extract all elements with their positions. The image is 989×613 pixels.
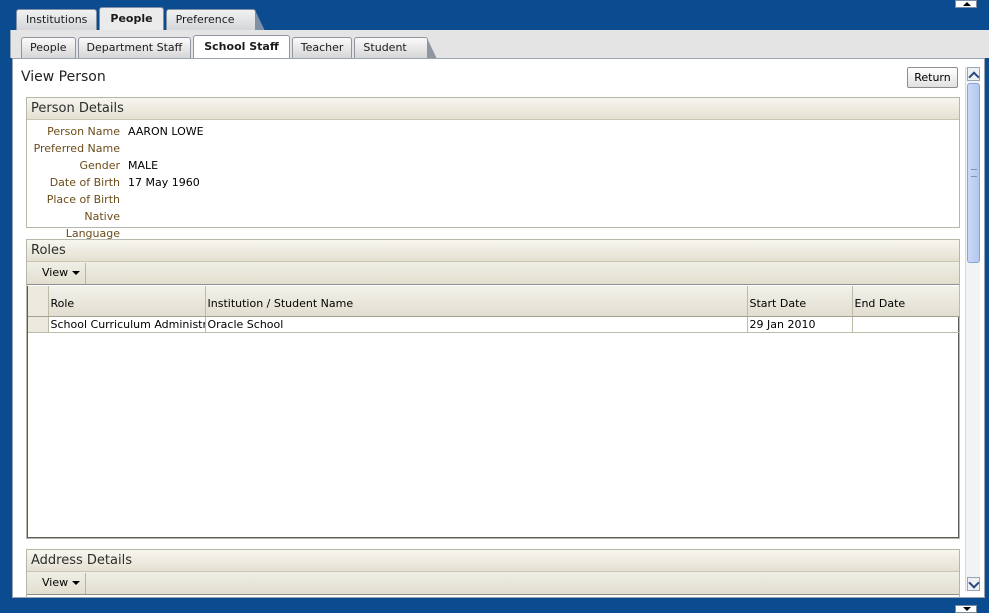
field-label: Person Name: [47, 125, 120, 138]
person-details-header: Person Details: [27, 98, 959, 120]
tab-people[interactable]: People: [99, 7, 164, 30]
field-label: Preferred Name: [33, 142, 120, 155]
page-title: View Person: [21, 69, 106, 85]
roles-section: Roles View Role Institution / Student Na…: [26, 239, 960, 539]
roles-toolbar: View: [27, 262, 959, 285]
field-gender: Gender MALE: [27, 157, 959, 174]
field-value: AARON LOWE: [128, 125, 204, 138]
address-toolbar: View: [27, 572, 959, 595]
roles-header: Roles: [27, 240, 959, 262]
field-value: 17 May 1960: [128, 176, 200, 189]
field-native-language: Native Language: [27, 208, 959, 240]
field-date-of-birth: Date of Birth 17 May 1960: [27, 174, 959, 191]
column-header-role[interactable]: Role: [48, 286, 206, 317]
field-preferred-name: Preferred Name: [27, 140, 959, 157]
chevron-down-icon: [72, 581, 81, 585]
tab-preference[interactable]: Preference: [165, 9, 265, 31]
tab-school-staff[interactable]: School Staff: [193, 35, 290, 58]
view-menu-label: View: [42, 266, 69, 279]
field-label: Native Language: [65, 210, 120, 240]
primary-tabs: Institutions People Preference: [16, 7, 265, 31]
column-header-institution[interactable]: Institution / Student Name: [205, 286, 748, 317]
tab-institutions[interactable]: Institutions: [16, 9, 98, 30]
content-panel: View Person Return Person Details Person…: [12, 58, 985, 598]
tab-department-staff[interactable]: Department Staff: [77, 37, 192, 58]
cell-start-date: 29 Jan 2010: [747, 316, 853, 333]
person-details-section: Person Details Person Name AARON LOWE Pr…: [26, 97, 960, 240]
table-row[interactable]: School Curriculum Administrator Oracle S…: [28, 316, 960, 333]
scroll-down-arrow-icon[interactable]: [967, 577, 980, 591]
field-place-of-birth: Place of Birth: [27, 191, 959, 208]
row-selector[interactable]: [28, 316, 49, 333]
scroll-up-arrow-icon[interactable]: [967, 67, 980, 81]
scroll-down-button[interactable]: [955, 605, 977, 613]
cell-role: School Curriculum Administrator: [48, 316, 206, 333]
vertical-scrollbar[interactable]: [965, 67, 980, 591]
table-header-row: Role Institution / Student Name Start Da…: [28, 286, 960, 317]
field-value: MALE: [128, 159, 159, 172]
tab-people-sub[interactable]: People: [21, 37, 76, 58]
roles-view-menu[interactable]: View: [28, 263, 86, 284]
row-selector-header: [28, 286, 49, 317]
view-menu-label: View: [42, 576, 69, 589]
cell-end-date: [852, 316, 960, 333]
chevron-down-icon: [72, 271, 81, 275]
field-label: Place of Birth: [46, 193, 120, 206]
secondary-tabs: People Department Staff School Staff Tea…: [21, 35, 438, 59]
tab-teacher[interactable]: Teacher: [291, 37, 353, 58]
address-view-menu[interactable]: View: [28, 573, 86, 594]
field-person-name: Person Name AARON LOWE: [27, 123, 959, 140]
field-label: Gender: [79, 159, 120, 172]
return-button[interactable]: Return: [907, 67, 958, 88]
scroll-up-button[interactable]: [955, 0, 977, 8]
column-header-end-date[interactable]: End Date: [852, 286, 960, 317]
scroll-thumb[interactable]: [967, 83, 980, 263]
address-details-header: Address Details: [27, 550, 959, 572]
column-header-start-date[interactable]: Start Date: [747, 286, 853, 317]
address-details-section: Address Details View: [26, 549, 960, 597]
cell-institution: Oracle School: [205, 316, 748, 333]
tab-student[interactable]: Student: [354, 37, 438, 59]
roles-table: Role Institution / Student Name Start Da…: [28, 286, 960, 333]
field-label: Date of Birth: [49, 176, 120, 189]
roles-table-container: Role Institution / Student Name Start Da…: [27, 286, 960, 538]
